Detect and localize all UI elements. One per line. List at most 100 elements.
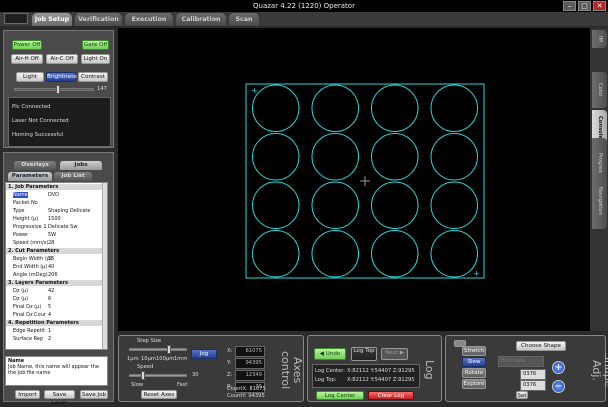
log-top-button[interactable]: Log Top — [351, 347, 377, 361]
speed-slider[interactable] — [129, 374, 187, 377]
tab-im[interactable]: IM — [592, 30, 607, 48]
log-center-button[interactable]: Log Center — [316, 391, 364, 400]
log-list: Log Center: X:82112 Y:54407 Z:91295 Log … — [312, 364, 420, 388]
brightness-button[interactable]: Brightness — [46, 72, 77, 82]
parameter-value[interactable]: 1500 — [48, 216, 61, 222]
slew-button[interactable]: Slew — [462, 357, 486, 367]
slow-label: Slow — [131, 382, 144, 388]
right-tab-strip: IM Color Consoles Progress Navigation — [590, 28, 608, 331]
parameter-value[interactable]: 42 — [48, 288, 54, 294]
choose-shape-button[interactable]: Choose Shape — [516, 341, 566, 351]
save-layer-button[interactable]: Save Layer — [44, 390, 75, 406]
save-job-button[interactable]: Save Job — [80, 390, 108, 399]
tab-verification[interactable]: Verification — [75, 13, 122, 26]
step-size-thumb[interactable] — [167, 345, 171, 354]
parameter-row[interactable]: End Width (µ) 40 — [6, 264, 107, 270]
step-option[interactable]: 1mm — [174, 356, 187, 362]
parameter-row[interactable]: Progressive 1 Delicate Sw — [6, 224, 107, 230]
shape-dropdown[interactable]: Eliminate — [498, 356, 544, 367]
parameter-row[interactable]: Surface Rep 2 — [6, 336, 107, 342]
light-button[interactable]: Light — [16, 72, 44, 82]
axes-control-title: Axes control — [279, 350, 304, 390]
parameter-value[interactable]: 6 — [48, 296, 51, 302]
parameter-value[interactable]: 28 — [48, 240, 54, 246]
set-button[interactable]: Set — [516, 391, 528, 399]
parameter-row[interactable]: Type Shaping Delicate — [6, 208, 107, 214]
parameter-row[interactable]: Dz (µ) 6 — [6, 296, 107, 302]
status-line: Plc Connected — [12, 104, 51, 110]
undo-button[interactable]: ◀ Undo — [314, 348, 346, 360]
parameter-value[interactable]: 206 — [48, 272, 58, 278]
parameter-value[interactable]: Shaping Delicate — [48, 208, 90, 214]
speed-thumb[interactable] — [141, 371, 145, 380]
shape-value-1[interactable]: 0376 — [520, 369, 546, 380]
tab-execution[interactable]: Execution — [125, 13, 173, 26]
parameter-value[interactable]: 5 — [48, 304, 51, 310]
step-option[interactable]: 1µm — [127, 356, 139, 362]
main-tab-bar: Job Setup Verification Execution Calibra… — [0, 12, 608, 26]
brightness-slider-thumb[interactable] — [56, 85, 60, 94]
tab-overlays[interactable]: Overlays — [14, 161, 56, 170]
tab-calibration[interactable]: Calibration — [176, 13, 226, 26]
parameter-value[interactable]: Delicate Sw — [48, 224, 77, 230]
parameter-value[interactable]: 4 — [48, 312, 51, 318]
contrast-button[interactable]: Contrast — [78, 72, 108, 82]
parameter-row[interactable]: Dz (µ) 42 — [6, 288, 107, 294]
gate-off-button[interactable]: Gate Off — [82, 40, 109, 50]
tab-color[interactable]: Color — [592, 72, 607, 108]
parameter-value[interactable]: DVD — [48, 192, 59, 198]
shape-circle — [371, 230, 419, 278]
step-option[interactable]: 100µm — [156, 356, 174, 362]
parameter-row[interactable]: Final Dz Cour 4 — [6, 312, 107, 318]
step-size-slider[interactable] — [129, 348, 187, 351]
tab-jobs[interactable]: Jobs — [60, 161, 102, 170]
parameter-value[interactable]: 40 — [48, 264, 54, 270]
air-c-off-button[interactable]: Air-C Off — [46, 54, 78, 64]
rotate-button[interactable]: Rotate — [462, 368, 486, 378]
parameter-row[interactable]: Name DVD — [6, 192, 107, 198]
scrollbar[interactable] — [102, 183, 107, 349]
parameter-value[interactable]: 5W — [48, 232, 56, 238]
clear-log-button[interactable]: Clear Log — [368, 391, 414, 400]
parameter-value[interactable]: 1 — [48, 328, 51, 334]
parameter-category[interactable]: 4. Repetition Parameters — [6, 320, 107, 326]
parameter-row[interactable]: Final Dz (µ) 5 — [6, 304, 107, 310]
parameter-row[interactable]: Speed (mm/s) 28 — [6, 240, 107, 246]
close-button[interactable]: ✕ — [593, 1, 606, 11]
shape-value-2[interactable]: 0376 — [520, 380, 546, 391]
maximize-button[interactable]: □ — [578, 1, 591, 11]
parameter-row[interactable]: Angle (mDeg) 206 — [6, 272, 107, 278]
parameter-value[interactable]: 55 — [48, 256, 54, 262]
parameter-row[interactable]: Packet No — [6, 200, 107, 206]
parameter-category[interactable]: 2. Cut Parameters — [6, 248, 107, 254]
tab-navigation[interactable]: Navigation — [592, 173, 607, 229]
parameter-grid[interactable]: 1. Job Parameters Name DVD Packet No Type Sha… — [5, 182, 108, 350]
air-h-off-button[interactable]: Air-H Off — [11, 54, 43, 64]
parameter-category[interactable]: 3. Layers Parameters — [6, 280, 107, 286]
minimize-button[interactable]: – — [563, 1, 576, 11]
step-option[interactable]: 10µm — [141, 356, 156, 362]
camera-view[interactable]: + + — [118, 28, 590, 331]
parameter-category[interactable]: 1. Job Parameters — [6, 184, 107, 190]
minus-icon[interactable]: − — [552, 380, 565, 393]
plus-icon[interactable]: + — [552, 361, 565, 374]
parameter-row[interactable]: Height (µ) 1500 — [6, 216, 107, 222]
reset-axes-button[interactable]: Reset Axes — [141, 390, 177, 399]
import-button[interactable]: Import — [15, 390, 40, 399]
tab-parameters[interactable]: Parameters — [8, 172, 52, 181]
parameter-value[interactable]: 2 — [48, 336, 51, 342]
power-off-button[interactable]: Power Off — [12, 40, 42, 50]
tab-job-setup[interactable]: Job Setup — [32, 13, 72, 26]
stretch-button[interactable]: Stretch — [462, 346, 486, 356]
brightness-slider-track[interactable] — [14, 88, 94, 91]
parameter-name: 4. Repetition Parameters — [8, 320, 79, 326]
parameter-row[interactable]: Begin Width (µ) 55 — [6, 256, 107, 262]
tab-scan[interactable]: Scan — [229, 13, 259, 26]
light-on-button[interactable]: Light On — [81, 54, 110, 64]
tab-job-list[interactable]: Job List — [54, 172, 92, 181]
parameter-row[interactable]: Edge Repetit 1 — [6, 328, 107, 334]
jog-button[interactable]: Jog — [191, 349, 217, 359]
explore-button[interactable]: Explore — [462, 379, 486, 389]
parameter-row[interactable]: Power 5W — [6, 232, 107, 238]
next-button[interactable]: Next ▶ — [381, 348, 408, 360]
